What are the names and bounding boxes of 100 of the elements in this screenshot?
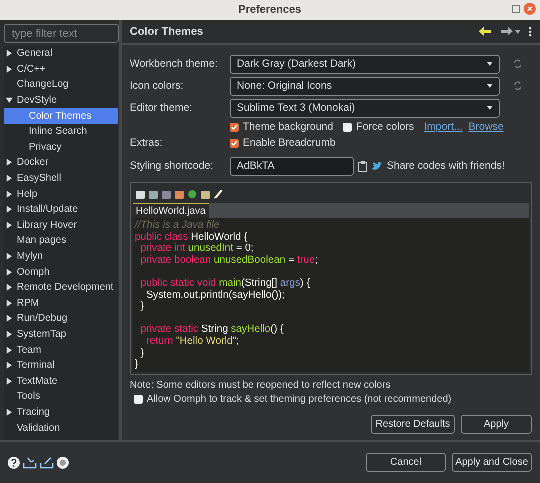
collapsed-arrow-icon[interactable]: [6, 159, 13, 166]
breadcrumb-checkbox[interactable]: Enable Breadcrumb: [230, 137, 336, 149]
collapsed-arrow-icon[interactable]: [6, 315, 13, 322]
collapsed-arrow-icon[interactable]: [6, 206, 13, 214]
expanded-arrow-icon[interactable]: [6, 97, 13, 104]
apply-and-close-button[interactable]: Apply and Close: [452, 453, 532, 472]
checkbox[interactable]: [343, 122, 352, 132]
apply-button[interactable]: Apply: [461, 415, 532, 434]
collapsed-arrow-icon[interactable]: [6, 268, 13, 276]
code-text: return: [145, 336, 174, 347]
collapsed-arrow-icon[interactable]: [6, 330, 13, 338]
force-colors-checkbox[interactable]: Force colors: [343, 121, 414, 133]
tree-item[interactable]: Oomph: [4, 264, 118, 280]
tree-item[interactable]: TextMate: [4, 373, 118, 390]
code-text: }: [135, 359, 138, 370]
checkbox[interactable]: [134, 395, 143, 404]
code-text: System.out.println(sayHello());: [145, 290, 285, 301]
tree-item[interactable]: DevStyle: [4, 92, 118, 108]
maximize-icon[interactable]: [512, 5, 520, 13]
tree-item[interactable]: RPM: [4, 296, 118, 312]
icon-colors-dropdown[interactable]: None: Original Icons: [230, 76, 500, 96]
code-text: }: [140, 348, 144, 359]
tree-item[interactable]: EasyShell: [4, 170, 118, 186]
field-label: Workbench theme:: [130, 58, 219, 70]
code-text: =: [287, 254, 296, 266]
tree-item[interactable]: Remote Development: [4, 280, 118, 296]
oomph-checkbox[interactable]: Allow Oomph to track & set theming preferences (not recommended): [134, 394, 532, 405]
collapsed-arrow-icon[interactable]: [6, 50, 13, 58]
collapsed-arrow-icon[interactable]: [6, 378, 13, 385]
tree-item[interactable]: Team: [4, 342, 118, 358]
tree-item[interactable]: Install/Update: [4, 202, 118, 218]
dropdown-caret-icon: [487, 84, 493, 88]
collapsed-arrow-icon[interactable]: [6, 66, 13, 73]
theme-background-checkbox[interactable]: Theme background: [230, 121, 334, 133]
tree-item[interactable]: Color Themes: [4, 108, 118, 124]
tree-item[interactable]: Mylyn: [4, 248, 118, 264]
code-text: args: [280, 278, 300, 289]
code-text: HelloWorld {: [191, 232, 248, 243]
share-text: Share codes with friends!: [387, 160, 505, 172]
browse-link[interactable]: Browse: [468, 121, 504, 133]
collapsed-arrow-icon[interactable]: [6, 408, 13, 416]
bird-icon[interactable]: [372, 162, 383, 170]
code-text: true: [297, 254, 316, 266]
tree-item[interactable]: Run/Debug: [4, 311, 118, 327]
tree-item[interactable]: ChangeLog: [4, 77, 118, 93]
code-text: ;: [236, 336, 240, 347]
tree-item[interactable]: Man pages: [4, 233, 118, 249]
filter-field[interactable]: type filter text: [4, 24, 119, 43]
code-text: private int: [140, 243, 186, 254]
code-text: private boolean: [140, 254, 212, 266]
collapsed-arrow-icon[interactable]: [6, 346, 13, 354]
back-arrow-icon[interactable]: [479, 27, 491, 36]
tree-item[interactable]: Library Hover: [4, 218, 118, 234]
field-label: Editor theme:: [130, 102, 194, 114]
editor-tab[interactable]: HelloWorld.java: [133, 203, 209, 218]
page-title: Color Themes: [130, 26, 204, 38]
tree-item[interactable]: Tracing: [4, 404, 118, 420]
editor-theme-dropdown[interactable]: Sublime Text 3 (Monokai): [230, 98, 500, 118]
checkbox[interactable]: [230, 138, 239, 148]
dropdown-caret-icon[interactable]: [515, 30, 521, 34]
clipboard-icon[interactable]: [358, 160, 368, 172]
tree-item[interactable]: C/C++: [4, 62, 118, 78]
field-label: Styling shortcode:: [130, 160, 214, 172]
record-icon[interactable]: [57, 456, 69, 468]
cancel-button[interactable]: Cancel: [366, 453, 446, 472]
collapsed-arrow-icon[interactable]: [6, 284, 13, 292]
code-text: private static: [140, 324, 200, 336]
export-icon[interactable]: [40, 456, 54, 468]
shortcode-field[interactable]: AdBkTA: [230, 156, 354, 176]
tree-item[interactable]: Docker: [4, 155, 118, 171]
checkbox[interactable]: [230, 122, 239, 132]
tree-item[interactable]: SystemTap: [4, 326, 118, 342]
collapsed-arrow-icon[interactable]: [6, 300, 13, 307]
brush-icon[interactable]: [213, 188, 224, 200]
collapsed-arrow-icon[interactable]: [6, 362, 13, 370]
code-text: () {: [270, 324, 284, 336]
code-text: //This is a Java file: [135, 220, 220, 231]
import-link[interactable]: Import...: [424, 121, 463, 133]
code-text: main: [219, 278, 242, 289]
help-icon[interactable]: [8, 456, 20, 468]
tree-item[interactable]: Inline Search: [4, 124, 118, 140]
tree-item[interactable]: Terminal: [4, 358, 118, 374]
code-text: unusedInt: [188, 243, 234, 254]
tree-item[interactable]: Privacy: [4, 140, 118, 156]
restore-defaults-button[interactable]: Restore Defaults: [371, 415, 455, 434]
import-icon[interactable]: [23, 456, 37, 468]
tree-item[interactable]: Validation: [4, 420, 118, 436]
workbench-theme-dropdown[interactable]: Dark Gray (Darkest Dark): [230, 54, 500, 74]
tree-item[interactable]: Tools: [4, 389, 118, 405]
dropdown-caret-icon: [487, 62, 493, 66]
collapsed-arrow-icon[interactable]: [6, 175, 13, 182]
forward-arrow-icon[interactable]: [501, 27, 513, 36]
collapsed-arrow-icon[interactable]: [6, 253, 13, 260]
collapsed-arrow-icon[interactable]: [6, 222, 13, 229]
code-text: = 0;: [235, 243, 254, 254]
close-icon[interactable]: [524, 3, 536, 15]
collapsed-arrow-icon[interactable]: [6, 190, 13, 198]
tree-item[interactable]: General: [4, 46, 118, 62]
tree-item[interactable]: Help: [4, 186, 118, 202]
menu-icon[interactable]: [529, 26, 532, 36]
